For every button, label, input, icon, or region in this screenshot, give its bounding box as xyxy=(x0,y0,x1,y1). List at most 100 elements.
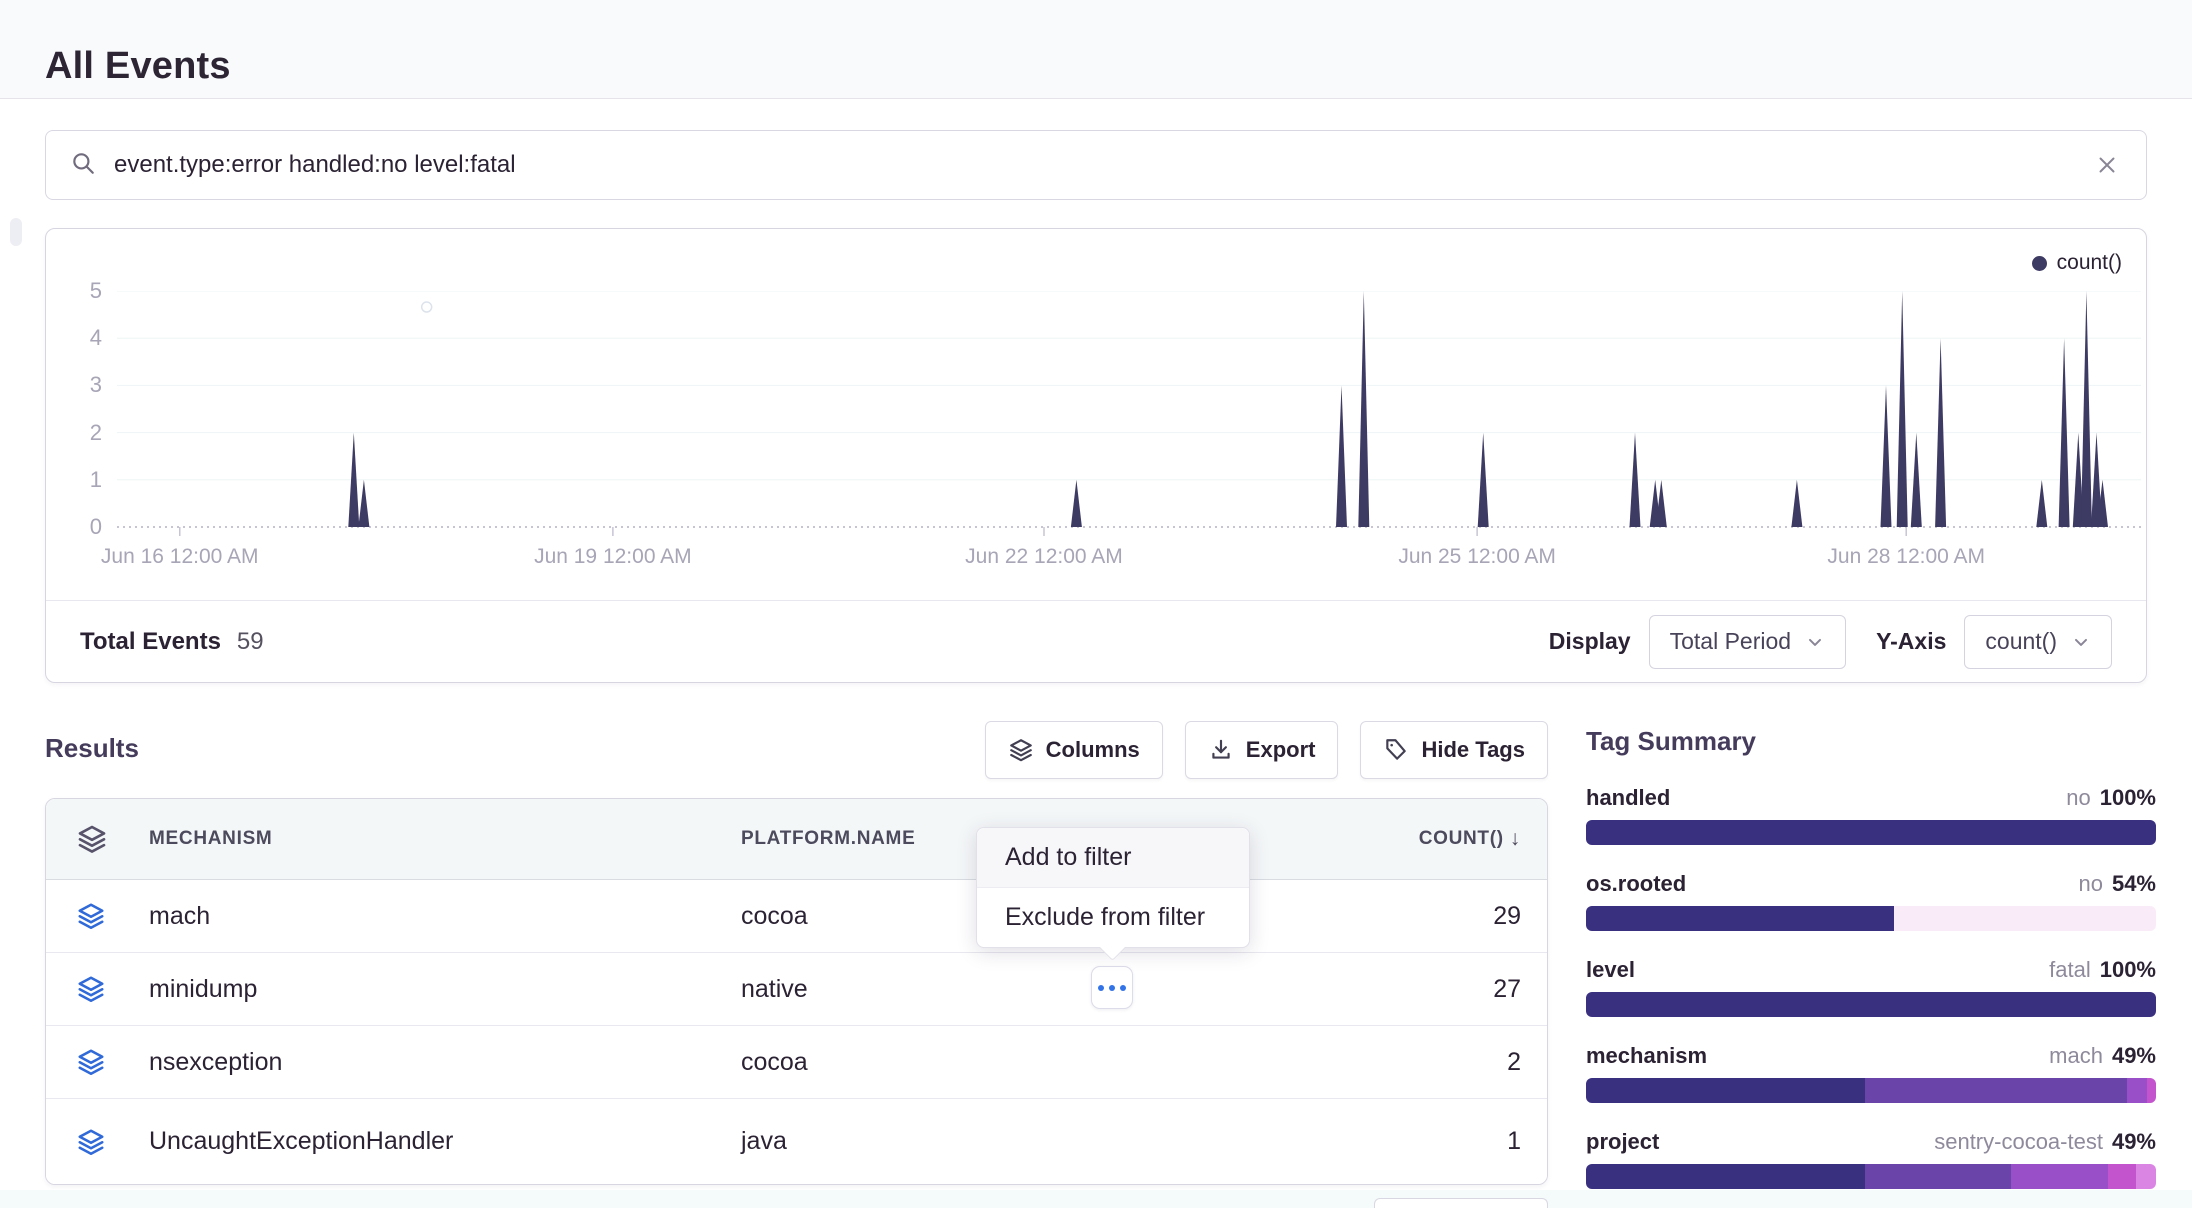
x-axis-tick-label: Jun 25 12:00 AM xyxy=(1398,545,1556,569)
cell-count[interactable]: 27 xyxy=(1493,975,1547,1004)
yaxis-dropdown[interactable]: count() xyxy=(1964,615,2112,669)
yaxis-dropdown-value: count() xyxy=(1985,628,2057,655)
tag-value: no xyxy=(2078,871,2102,897)
cell-mechanism[interactable]: mach xyxy=(149,902,741,931)
tag-percentage: 54% xyxy=(2112,871,2156,897)
tag-distribution-bar[interactable] xyxy=(1586,906,2156,931)
chart-legend-count[interactable]: count() xyxy=(2032,251,2122,275)
table-row: machcocoa29 xyxy=(46,880,1547,953)
tag-top-value: sentry-cocoa-test 49% xyxy=(1934,1129,2156,1155)
menu-item-add-to-filter[interactable]: Add to filter xyxy=(977,828,1249,887)
tag-bar-segment xyxy=(1894,906,2156,931)
tag-distribution-bar[interactable] xyxy=(1586,992,2156,1017)
x-axis-tick-label: Jun 16 12:00 AM xyxy=(101,545,259,569)
tag-summary-heading: Tag Summary xyxy=(1586,726,2156,757)
column-header-mechanism[interactable]: MECHANISM xyxy=(149,828,741,850)
cell-action-menu: Add to filterExclude from filter xyxy=(976,827,1250,948)
table-header-row: MECHANISM PLATFORM.NAME COUNT() ↓ xyxy=(46,799,1547,880)
y-axis-tick-label: 3 xyxy=(46,373,102,397)
menu-item-exclude-from-filter[interactable]: Exclude from filter xyxy=(977,887,1249,947)
tag-percentage: 49% xyxy=(2112,1043,2156,1069)
tag-icon xyxy=(1383,737,1409,763)
stack-icon xyxy=(46,1127,149,1157)
search-query-text[interactable]: event.type:error handled:no level:fatal xyxy=(114,151,2088,179)
total-events-label: Total Events xyxy=(80,628,221,656)
page-title: All Events xyxy=(45,45,231,88)
tag-label-row: handled no 100% xyxy=(1586,785,2156,811)
chevron-down-icon xyxy=(1805,632,1825,652)
button-label: Hide Tags xyxy=(1421,737,1525,763)
tag-percentage: 100% xyxy=(2100,785,2156,811)
cell-actions-button[interactable] xyxy=(1091,966,1133,1009)
results-heading: Results xyxy=(45,733,139,764)
column-header-count[interactable]: COUNT() ↓ xyxy=(1419,827,1547,851)
legend-dot-icon xyxy=(2032,256,2047,271)
cell-mechanism[interactable]: minidump xyxy=(149,975,741,1004)
cell-platform-name[interactable]: native xyxy=(741,975,1317,1004)
event-count-chart xyxy=(117,291,2141,537)
tag-block-level: levelfatal100% xyxy=(1586,957,2156,1017)
tag-name: os.rooted xyxy=(1586,871,1686,897)
tag-percentage: 49% xyxy=(2112,1129,2156,1155)
tag-distribution-bar[interactable] xyxy=(1586,820,2156,845)
tag-bar-segment xyxy=(2136,1164,2156,1189)
cell-count[interactable]: 29 xyxy=(1493,902,1547,931)
results-table: MECHANISM PLATFORM.NAME COUNT() ↓ machco… xyxy=(45,798,1548,1185)
y-axis-tick-label: 1 xyxy=(46,468,102,492)
close-icon xyxy=(2094,152,2120,178)
table-row: UncaughtExceptionHandlerjava 1 xyxy=(46,1099,1547,1184)
hide-tags-button[interactable]: Hide Tags xyxy=(1360,721,1548,779)
stack-icon xyxy=(46,1047,149,1077)
button-label: Columns xyxy=(1046,737,1140,763)
tag-list: handledno100%os.rootedno54%levelfatal100… xyxy=(1586,785,2156,1189)
cell-platform-name[interactable]: java xyxy=(741,1127,1317,1156)
all-events-page: All Events event.type:error handled:no l… xyxy=(0,0,2192,1208)
table-row: minidumpnative 27 xyxy=(46,953,1547,1026)
tag-top-value: no 54% xyxy=(2078,871,2156,897)
count-spike xyxy=(2081,291,2092,527)
chart-y-axis-labels: 012345 xyxy=(46,291,102,527)
cell-count[interactable]: 1 xyxy=(1507,1127,1547,1156)
display-dropdown[interactable]: Total Period xyxy=(1649,615,1846,669)
hover-point-marker xyxy=(422,302,432,312)
tag-value: no xyxy=(2066,785,2090,811)
cell-platform-name[interactable]: cocoa xyxy=(741,1048,1317,1077)
tag-distribution-bar[interactable] xyxy=(1586,1164,2156,1189)
tag-top-value: no 100% xyxy=(2066,785,2156,811)
y-axis-tick-label: 4 xyxy=(46,326,102,350)
cell-mechanism[interactable]: nsexception xyxy=(149,1048,741,1077)
tag-block-os-rooted: os.rooted no 54% xyxy=(1586,871,2156,931)
tag-bar-segment xyxy=(1586,1078,1865,1103)
cell-count[interactable]: 2 xyxy=(1507,1048,1547,1077)
cell-mechanism[interactable]: UncaughtExceptionHandler xyxy=(149,1127,741,1156)
export-button[interactable]: Export xyxy=(1185,721,1339,779)
tag-percentage: 100% xyxy=(2100,957,2156,983)
tag-value: sentry-cocoa-test xyxy=(1934,1129,2103,1155)
yaxis-label: Y-Axis xyxy=(1876,628,1946,655)
tag-value: fatal xyxy=(2049,957,2091,983)
tag-name: handled xyxy=(1586,785,1670,811)
total-events-value: 59 xyxy=(237,628,264,656)
tag-bar-segment xyxy=(1586,820,2156,845)
pagination-control[interactable] xyxy=(1374,1198,1548,1208)
tag-bar-segment xyxy=(1586,906,1894,931)
x-axis-tick-label: Jun 19 12:00 AM xyxy=(534,545,692,569)
clear-search-button[interactable] xyxy=(2088,146,2126,184)
tag-bar-segment xyxy=(2011,1164,2108,1189)
download-icon xyxy=(1208,737,1234,763)
tag-bar-segment xyxy=(1865,1164,2010,1189)
tag-bar-segment xyxy=(1586,1164,1865,1189)
tag-label-row: projectsentry-cocoa-test49% xyxy=(1586,1129,2156,1155)
stack-icon[interactable] xyxy=(46,823,149,855)
sort-desc-icon: ↓ xyxy=(1510,827,1521,851)
stack-icon xyxy=(46,901,149,931)
tag-label-row: os.rooted no 54% xyxy=(1586,871,2156,897)
chart-x-axis-labels: Jun 16 12:00 AMJun 19 12:00 AMJun 22 12:… xyxy=(117,545,2141,575)
count-spike xyxy=(2036,480,2047,527)
search-input[interactable]: event.type:error handled:no level:fatal xyxy=(45,130,2147,200)
x-axis-tick-label: Jun 22 12:00 AM xyxy=(965,545,1123,569)
tag-block-handled: handled no 100% xyxy=(1586,785,2156,845)
columns-button[interactable]: Columns xyxy=(985,721,1163,779)
tag-distribution-bar[interactable] xyxy=(1586,1078,2156,1103)
count-spike xyxy=(358,480,369,527)
